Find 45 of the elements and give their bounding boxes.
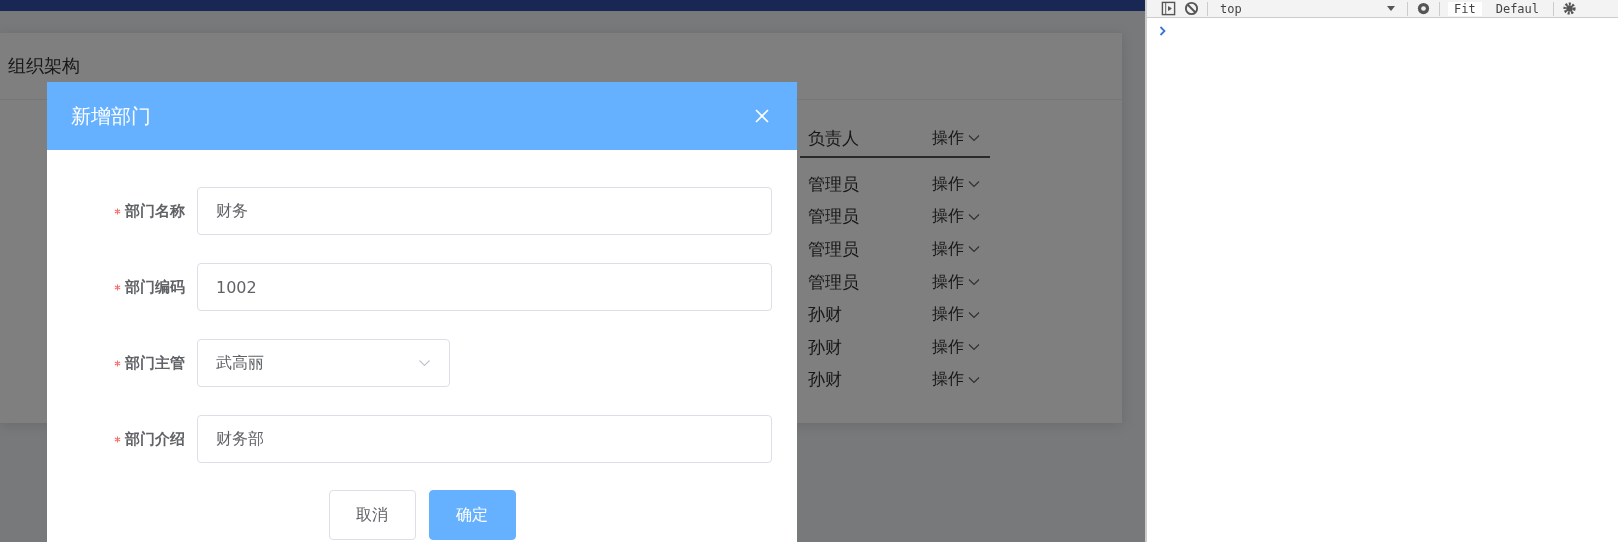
table-cell-text: 孙财 [807, 368, 843, 392]
input-field[interactable]: 财务 [197, 187, 772, 235]
table-cell-text: 管理员 [807, 270, 860, 294]
chevron-down-icon [968, 180, 980, 189]
input-field[interactable]: 财务部 [197, 415, 772, 463]
action-dropdown[interactable]: 操作 [932, 206, 980, 228]
zoom-label[interactable]: Fit [1448, 1, 1482, 16]
table-cell-text: 管理员 [807, 238, 860, 261]
action-dropdown[interactable]: 操作 [932, 239, 980, 260]
zoom-label[interactable]: Defaul [1489, 1, 1546, 16]
field-label: 部门名称 [125, 201, 185, 221]
dialog-title: 新增部门 [71, 102, 151, 130]
chevron-down-icon [968, 245, 980, 254]
field-label: 部门介绍 [125, 429, 185, 449]
field-label: 部门编码 [125, 277, 185, 297]
chevron-down-icon [968, 343, 980, 352]
table-cell-text: 管理员 [807, 172, 860, 196]
column-header: 操作 [932, 127, 980, 149]
action-dropdown[interactable]: 操作 [932, 271, 980, 293]
context-select[interactable]: top [1216, 1, 1399, 16]
card-title: 组织架构 [8, 54, 80, 78]
table-cell-text: 管理员 [807, 205, 860, 229]
table-cell-text: 孙财 [807, 335, 843, 359]
field-label: 部门主管 [125, 353, 185, 373]
chevron-down-icon [418, 359, 431, 367]
block-icon[interactable] [1184, 1, 1199, 16]
console-prompt-icon [1159, 26, 1167, 36]
column-header: 负责人 [807, 126, 860, 150]
chevron-down-icon [968, 212, 980, 221]
chevron-down-icon [968, 278, 980, 287]
cancel-button[interactable]: 取消 [328, 490, 416, 540]
select-field[interactable]: 武高丽 [197, 339, 450, 387]
chevron-down-icon [968, 134, 980, 142]
caret-icon [1387, 6, 1395, 11]
settings-icon[interactable] [1562, 1, 1578, 16]
action-dropdown[interactable]: 操作 [932, 336, 980, 358]
action-dropdown[interactable]: 操作 [932, 173, 980, 195]
chevron-down-icon [968, 375, 980, 384]
table-cell-text: 孙财 [807, 303, 843, 327]
eye-icon[interactable] [1416, 1, 1431, 16]
action-dropdown[interactable]: 操作 [932, 369, 980, 391]
sidebar-toggle-icon[interactable] [1161, 1, 1176, 16]
input-field[interactable]: 1002 [197, 263, 772, 311]
action-dropdown[interactable]: 操作 [932, 304, 980, 326]
chevron-down-icon [968, 310, 980, 319]
